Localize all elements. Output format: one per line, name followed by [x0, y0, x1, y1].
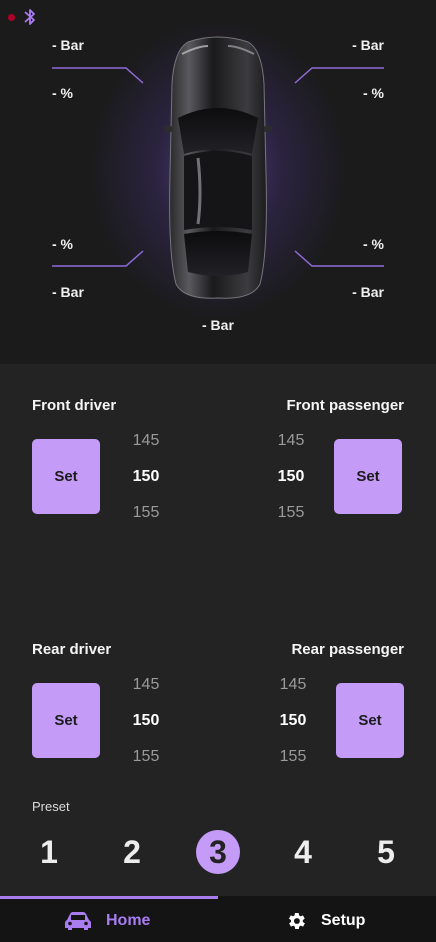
nav-setup-label: Setup [321, 911, 366, 929]
preset-label: Preset [32, 799, 70, 814]
preset-3-button[interactable]: 3 [196, 830, 240, 874]
front-left-percent: - % [52, 85, 73, 101]
rear-passenger-value-prev[interactable]: 145 [273, 676, 313, 694]
front-passenger-value-selected[interactable]: 150 [271, 468, 311, 486]
preset-4-button[interactable]: 4 [281, 830, 325, 874]
front-driver-label: Front driver [32, 397, 117, 414]
front-passenger-set-button[interactable]: Set [334, 439, 402, 514]
bluetooth-icon[interactable] [22, 7, 38, 27]
rear-passenger-set-button[interactable]: Set [336, 683, 404, 758]
preset-5-button[interactable]: 5 [364, 830, 408, 874]
rear-passenger-label: Rear passenger [291, 641, 404, 658]
tire-overview: - Bar - % - Bar - % - % - Bar - % - Bar … [0, 0, 436, 364]
rear-passenger-value-next[interactable]: 155 [273, 748, 313, 766]
front-passenger-value-prev[interactable]: 145 [271, 432, 311, 450]
front-driver-value-next[interactable]: 155 [126, 504, 166, 522]
rear-driver-value-prev[interactable]: 145 [126, 676, 166, 694]
nav-home-label: Home [106, 911, 151, 929]
front-left-pressure: - Bar [52, 37, 84, 53]
front-passenger-value-next[interactable]: 155 [271, 504, 311, 522]
front-driver-set-button[interactable]: Set [32, 439, 100, 514]
rear-driver-value-selected[interactable]: 150 [126, 712, 166, 730]
rear-left-pressure: - Bar [52, 284, 84, 300]
status-dot [8, 14, 15, 21]
bottom-navigation: Home Setup [0, 896, 436, 942]
rear-driver-value-next[interactable]: 155 [126, 748, 166, 766]
rear-right-pressure: - Bar [352, 284, 384, 300]
preset-1-button[interactable]: 1 [27, 830, 71, 874]
rear-driver-set-button[interactable]: Set [32, 683, 100, 758]
car-icon [65, 911, 91, 930]
rear-passenger-value-selected[interactable]: 150 [273, 712, 313, 730]
front-driver-value-selected[interactable]: 150 [126, 468, 166, 486]
front-passenger-label: Front passenger [286, 397, 404, 414]
rear-left-percent: - % [52, 236, 73, 252]
nav-home-tab[interactable]: Home [64, 899, 150, 942]
front-right-pressure: - Bar [352, 37, 384, 53]
car-top-view-image [164, 36, 272, 299]
gear-icon [288, 912, 305, 929]
front-driver-value-prev[interactable]: 145 [126, 432, 166, 450]
nav-setup-tab[interactable]: Setup [285, 899, 365, 942]
preset-2-button[interactable]: 2 [110, 830, 154, 874]
rear-driver-label: Rear driver [32, 641, 112, 658]
front-right-percent: - % [363, 85, 384, 101]
rear-right-percent: - % [363, 236, 384, 252]
spare-pressure: - Bar [202, 317, 234, 333]
